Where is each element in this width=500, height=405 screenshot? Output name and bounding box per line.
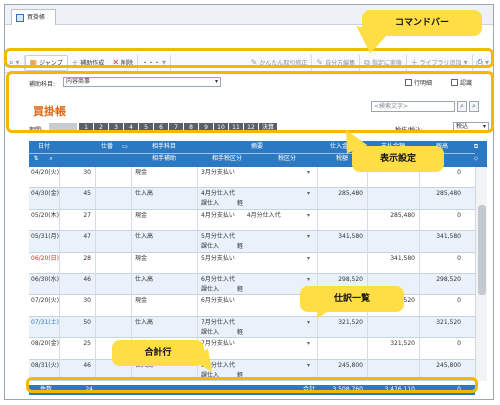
chevron-down-icon[interactable]: ▾	[307, 253, 310, 264]
row-summary: 5月分支払い	[201, 254, 235, 262]
row-counter-account: 仕入高	[135, 318, 154, 326]
header-counter-sub[interactable]: 相手補助	[131, 153, 197, 165]
row-voucher: 25	[83, 340, 91, 348]
row-tax-class: 課仕入 軽	[201, 328, 244, 336]
vertical-scrollbar[interactable]	[475, 167, 487, 381]
column-divider	[95, 167, 96, 381]
row-counter-account: 現金	[135, 254, 148, 262]
row-balance: 0	[457, 340, 461, 348]
row-debit: 298,520	[338, 276, 363, 283]
header-summary[interactable]: 摘要	[197, 141, 317, 153]
row-date: 05/31(月)	[31, 233, 59, 241]
total-row-highlight	[26, 377, 478, 393]
column-divider	[419, 167, 420, 381]
chevron-down-icon[interactable]: ▾	[307, 188, 310, 199]
row-debit: 341,580	[338, 233, 363, 241]
row-credit: 321,520	[390, 340, 415, 348]
row-counter-account: 現金	[135, 297, 148, 305]
display-settings-highlight	[6, 71, 494, 133]
row-balance: 341,580	[436, 233, 461, 241]
row-voucher: 27	[83, 211, 91, 219]
row-credit: 341,580	[390, 254, 415, 262]
row-balance: 321,520	[436, 318, 461, 326]
row-date: 06/20(日)	[31, 254, 59, 262]
row-balance: 298,520	[436, 276, 461, 283]
row-summary: 7月分支払い	[201, 340, 235, 348]
book-icon[interactable]: ▭	[119, 141, 131, 153]
callout-command-bar: コマンドバー	[362, 10, 482, 36]
ledger-icon	[16, 13, 24, 22]
row-summary: 6月分支払い	[201, 297, 235, 305]
row-date: 07/20(火)	[31, 297, 59, 305]
row-counter-account: 現金	[135, 169, 148, 176]
chevron-down-icon[interactable]: ▾	[307, 317, 310, 328]
row-date: 08/31(火)	[31, 361, 59, 369]
row-voucher: 50	[83, 318, 91, 326]
row-credit: 285,480	[390, 211, 415, 219]
tab-label: 買掛帳	[27, 13, 46, 21]
row-date: 04/20(火)	[31, 169, 59, 176]
row-voucher: 47	[83, 233, 91, 241]
callout-display-settings: 表示設定	[352, 146, 444, 172]
column-divider	[59, 167, 60, 381]
callout-journal-list: 仕訳一覧	[300, 286, 404, 312]
chevron-down-icon[interactable]: ▾	[307, 167, 310, 178]
row-tax-class: 課仕入 軽	[201, 243, 244, 251]
row-debit: 245,800	[338, 361, 363, 369]
row-tax-class: 課仕入 軽	[201, 286, 244, 293]
row-date: 06/30(水)	[31, 276, 59, 283]
column-divider	[317, 167, 318, 381]
row-summary: 3月分支払い	[201, 169, 235, 176]
tag-icon[interactable]: ⬦	[465, 153, 487, 165]
header-counter-account[interactable]: 相手科目	[131, 141, 197, 153]
row-voucher: 30	[83, 297, 91, 305]
scrollbar-thumb[interactable]	[478, 205, 486, 295]
column-divider	[367, 167, 368, 381]
row-date: 08/20(金)	[31, 340, 59, 348]
row-balance: 245,800	[436, 361, 461, 369]
row-voucher: 46	[83, 276, 91, 283]
row-debit: 285,480	[338, 190, 363, 198]
row-balance: 0	[457, 297, 461, 305]
header-tax-kind[interactable]: 税区分	[257, 153, 317, 165]
chevron-down-icon[interactable]: ▾	[307, 360, 310, 371]
row-date: 05/20(木)	[31, 211, 59, 219]
sort-icon[interactable]: ⇅	[29, 153, 43, 165]
header-date[interactable]: 日付	[29, 141, 59, 153]
header-tax-class[interactable]: 相手税区分	[197, 153, 257, 165]
row-balance: 0	[457, 211, 461, 219]
row-date: 04/30(金)	[31, 190, 59, 198]
column-settings-icon[interactable]: ⧉	[465, 141, 487, 153]
row-summary: 4月分支払い 4月分仕入代	[201, 211, 281, 219]
row-voucher: 30	[83, 169, 91, 176]
row-date: 07/31(土)	[31, 318, 59, 326]
row-balance: 0	[457, 254, 461, 262]
row-voucher: 28	[83, 254, 91, 262]
row-counter-account: 現金	[135, 211, 148, 219]
chevron-down-icon[interactable]: ▾	[307, 210, 310, 221]
row-tax-class: 課仕入 軽	[201, 200, 244, 208]
row-voucher: 45	[83, 190, 91, 198]
row-counter-account: 仕入高	[135, 190, 154, 198]
header-voucher[interactable]: 仕番	[95, 141, 119, 153]
chevron-down-icon[interactable]: ▾	[307, 274, 310, 285]
chevron-down-icon[interactable]: ▾	[307, 231, 310, 242]
row-counter-account: 仕入高	[135, 233, 154, 241]
tab-kaikakecho[interactable]: 買掛帳	[11, 9, 57, 25]
callout-total-row: 合計行	[112, 340, 204, 366]
row-balance: 285,480	[436, 190, 461, 198]
row-voucher: 46	[83, 361, 91, 369]
chevron-down-icon[interactable]: ▾	[307, 338, 310, 349]
search-icon[interactable]: ⌕	[43, 153, 59, 165]
command-bar-highlight	[4, 48, 494, 68]
journal-grid: 日付 ⇅ ⌕ 仕番 ▭ 相手科目 相手補助 摘要 相手税区分 税区分 仕入金額 …	[29, 141, 487, 395]
row-counter-account: 仕入高	[135, 276, 154, 283]
